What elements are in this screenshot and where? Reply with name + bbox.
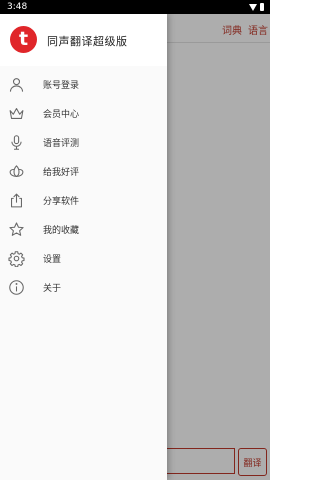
- menu-item-member-center[interactable]: 会员中心: [0, 99, 167, 128]
- microphone-icon: [8, 134, 25, 151]
- app-name: 同声翻译超级版: [47, 35, 128, 48]
- navigation-drawer: t 同声翻译超级版 账号登录 会员中心 语音评测 给我好评 分享软件 我的收藏 …: [0, 14, 167, 480]
- drawer-menu: 账号登录 会员中心 语音评测 给我好评 分享软件 我的收藏 设置 关于: [0, 70, 167, 302]
- menu-item-about[interactable]: 关于: [0, 273, 167, 302]
- menu-item-share-app[interactable]: 分享软件: [0, 186, 167, 215]
- menu-item-label: 我的收藏: [43, 226, 80, 236]
- menu-item-label: 会员中心: [43, 110, 80, 120]
- menu-item-settings[interactable]: 设置: [0, 244, 167, 273]
- status-time: 3:48: [7, 2, 28, 12]
- menu-item-login[interactable]: 账号登录: [0, 70, 167, 99]
- menu-item-label: 账号登录: [43, 81, 80, 91]
- status-icons: [249, 3, 264, 11]
- crown-icon: [8, 105, 25, 122]
- menu-item-voice-evaluation[interactable]: 语音评测: [0, 128, 167, 157]
- app-logo: t: [10, 26, 37, 53]
- drawer-header: t 同声翻译超级版: [0, 14, 167, 66]
- info-icon: [8, 279, 25, 296]
- lotus-icon: [8, 163, 25, 180]
- menu-item-label: 给我好评: [43, 168, 80, 178]
- menu-item-label: 语音评测: [43, 139, 80, 149]
- gear-icon: [8, 250, 25, 267]
- menu-item-label: 关于: [43, 284, 62, 294]
- menu-item-label: 设置: [43, 255, 62, 265]
- star-icon: [8, 221, 25, 238]
- battery-icon: [260, 3, 264, 11]
- menu-item-rate-app[interactable]: 给我好评: [0, 157, 167, 186]
- menu-item-favorites[interactable]: 我的收藏: [0, 215, 167, 244]
- user-icon: [8, 76, 25, 93]
- wifi-icon: [249, 3, 257, 11]
- menu-item-label: 分享软件: [43, 197, 80, 207]
- share-icon: [8, 192, 25, 209]
- status-bar: 3:48: [0, 0, 270, 14]
